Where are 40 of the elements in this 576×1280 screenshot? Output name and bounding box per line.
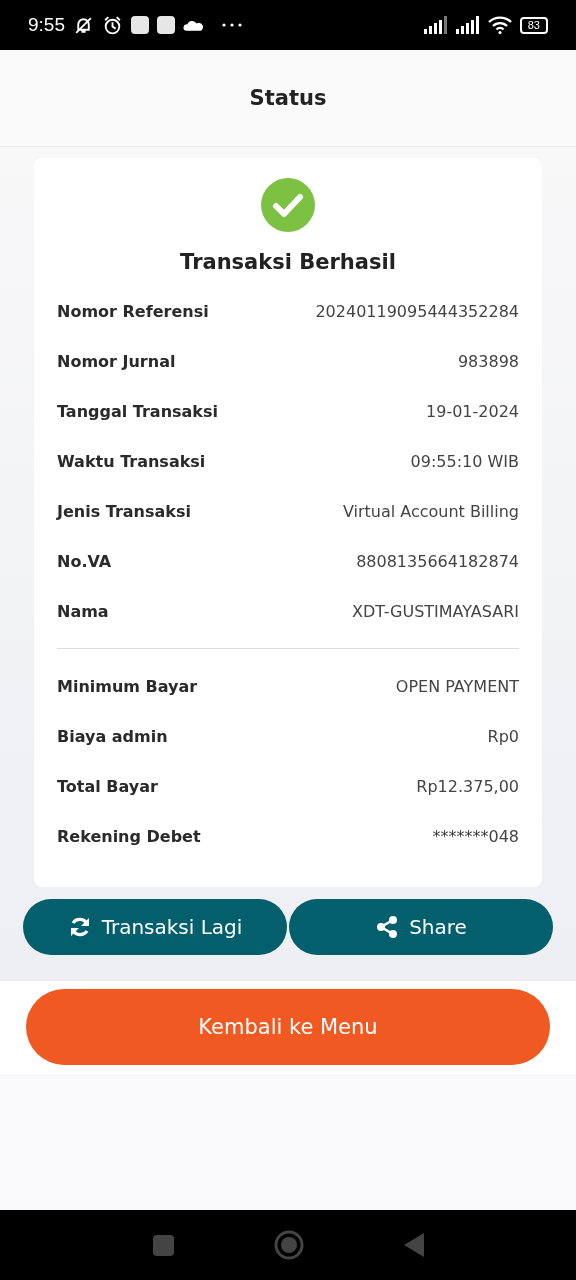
back-button[interactable] — [403, 1233, 424, 1257]
detail-value: XDT-GUSTIMAYASARI — [352, 601, 519, 621]
battery-indicator: 83 — [519, 16, 548, 34]
result-title: Transaksi Berhasil — [179, 250, 397, 274]
share-button[interactable]: Share — [289, 899, 553, 955]
detail-label: Total Bayar — [57, 776, 158, 796]
wifi-icon — [487, 16, 512, 34]
success-check-icon — [261, 178, 315, 232]
detail-value: *******048 — [432, 826, 519, 846]
detail-label: No.VA — [57, 551, 112, 571]
share-icon — [375, 915, 400, 939]
signal-icon — [455, 16, 480, 34]
detail-value: Rp0 — [487, 726, 519, 746]
recents-button[interactable] — [152, 1234, 174, 1256]
detail-label: Nomor Referensi — [57, 301, 209, 321]
more-icon — [222, 23, 242, 27]
detail-label: Tanggal Transaksi — [57, 401, 218, 421]
alarm-icon — [102, 14, 123, 36]
detail-label: Jenis Transaksi — [57, 501, 191, 521]
repeat-transaction-button[interactable]: Transaksi Lagi — [23, 899, 287, 955]
home-button[interactable] — [273, 1230, 304, 1260]
page-title: Status — [249, 86, 327, 110]
detail-label: Waktu Transaksi — [57, 451, 206, 471]
detail-value: 20240119095444352284 — [315, 301, 519, 321]
detail-value: 19-01-2024 — [426, 401, 519, 421]
detail-label: Biaya admin — [57, 726, 168, 746]
detail-value: Virtual Account Billing — [342, 501, 519, 521]
detail-value: 983898 — [457, 351, 519, 371]
detail-label: Nomor Jurnal — [57, 351, 176, 371]
detail-label: Minimum Bayar — [57, 676, 198, 696]
detail-label: Nama — [57, 601, 109, 621]
notification-icon — [131, 16, 149, 34]
clock: 9:55 — [28, 14, 65, 36]
detail-label: Rekening Debet — [57, 826, 201, 846]
detail-value: Rp12.375,00 — [416, 776, 519, 796]
detail-value: OPEN PAYMENT — [395, 676, 519, 696]
notification-icon — [157, 16, 175, 34]
signal-icon — [423, 16, 448, 34]
detail-value: 09:55:10 WIB — [410, 451, 519, 471]
detail-value: 8808135664182874 — [356, 551, 519, 571]
